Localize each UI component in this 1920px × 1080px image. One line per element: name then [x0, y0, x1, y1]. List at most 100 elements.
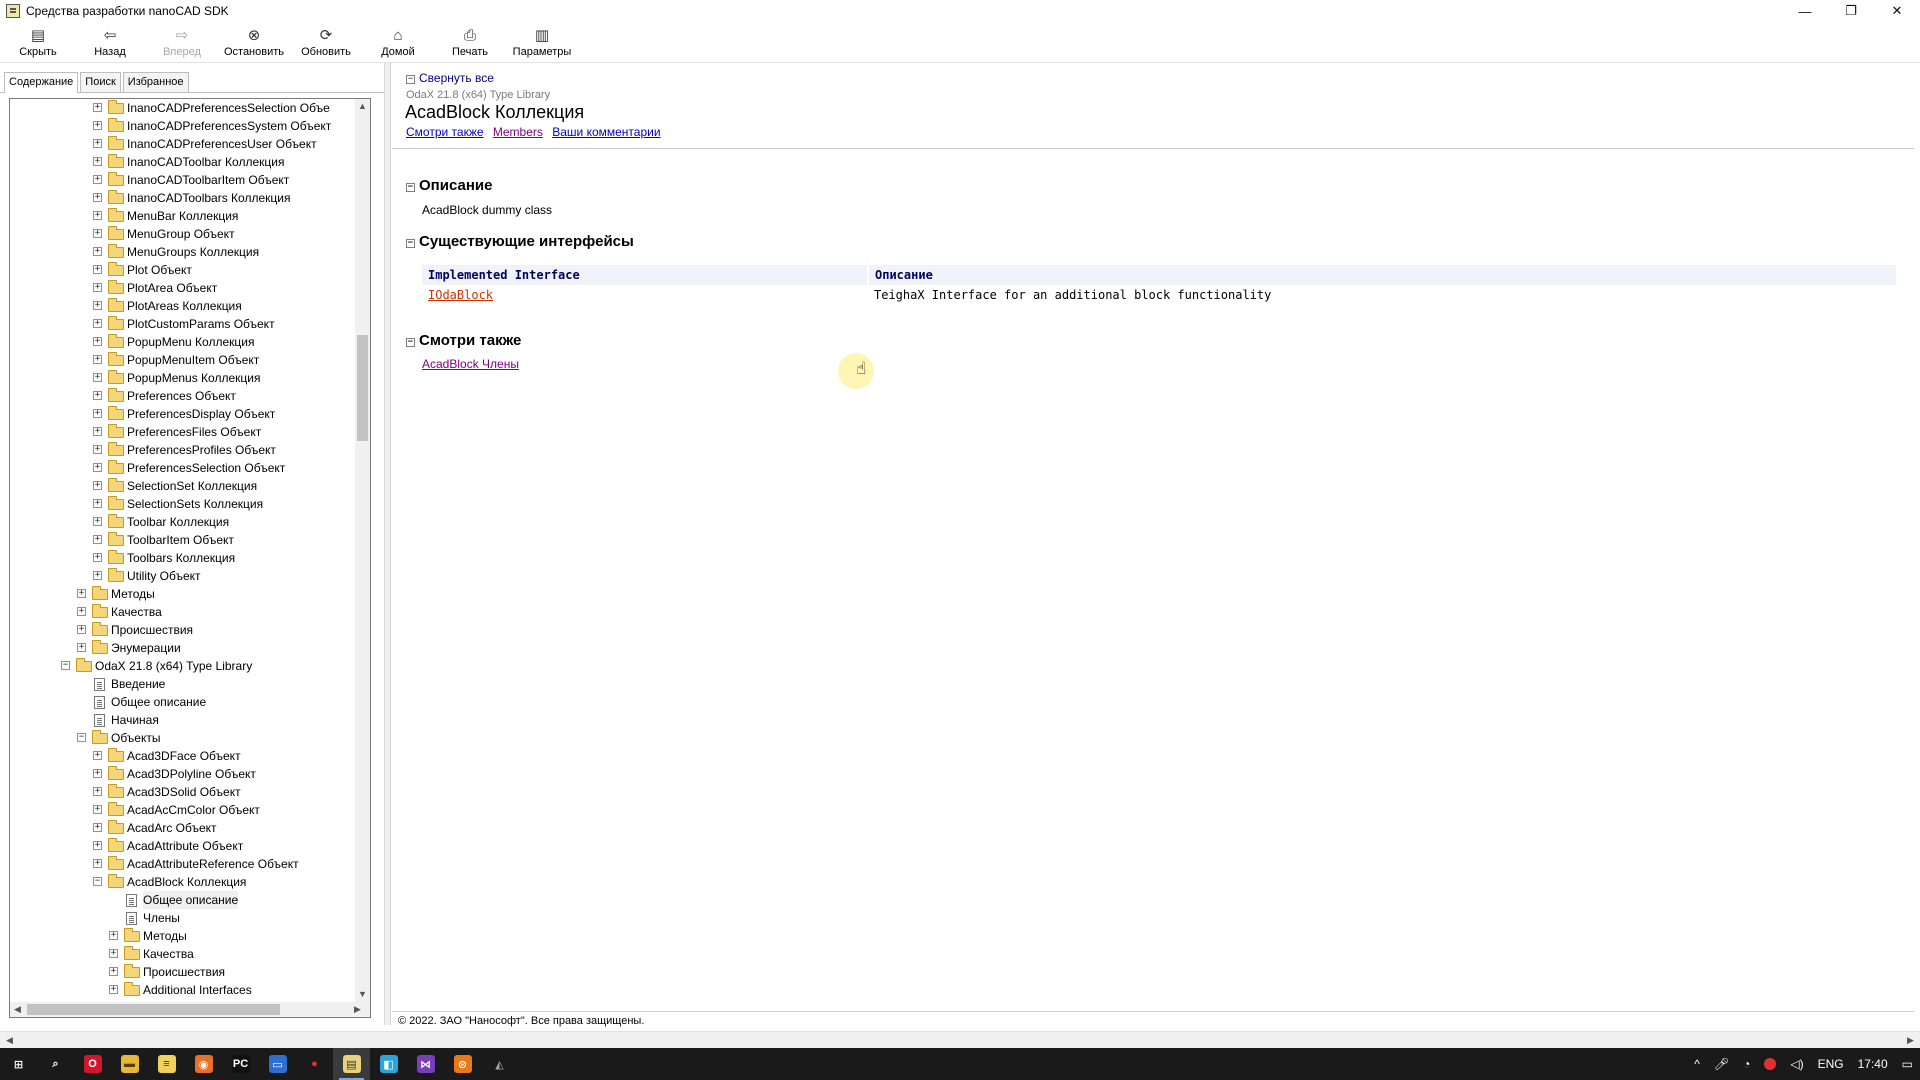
tree-item[interactable]: + AcadAttributeReference Объект — [10, 855, 355, 873]
tree-vertical-scrollbar[interactable]: ▲ ▼ — [355, 99, 370, 1002]
collapse-all-link[interactable]: − Свернуть все — [406, 71, 494, 85]
clock[interactable]: 17:40 — [1851, 1048, 1895, 1080]
expand-node-icon[interactable]: + — [77, 607, 86, 616]
expand-node-icon[interactable]: + — [93, 445, 102, 454]
expand-node-icon[interactable]: + — [93, 769, 102, 778]
expand-node-icon[interactable]: + — [93, 391, 102, 400]
tree-item[interactable]: + Качества — [10, 603, 355, 621]
tree-item[interactable]: + PreferencesDisplay Объект — [10, 405, 355, 423]
scroll-up-arrow-icon[interactable]: ▲ — [355, 99, 370, 114]
close-button[interactable]: ✕ — [1874, 0, 1920, 22]
expand-node-icon[interactable]: + — [93, 553, 102, 562]
expand-node-icon[interactable]: + — [77, 625, 86, 634]
network-icon[interactable]: ◔ — [1736, 1048, 1757, 1080]
tree-horizontal-scrollbar[interactable]: ◀ ▶ — [10, 1002, 370, 1017]
interface-link[interactable]: IOdaBlock — [428, 288, 493, 302]
tree-item[interactable]: + PopupMenus Коллекция — [10, 369, 355, 387]
tree-item[interactable]: − OdaX 21.8 (x64) Type Library — [10, 657, 355, 675]
tree-hscroll-thumb[interactable] — [27, 1004, 280, 1015]
expand-node-icon[interactable]: + — [109, 985, 118, 994]
tree-item[interactable]: − Объекты — [10, 729, 355, 747]
scroll-down-arrow-icon[interactable]: ▼ — [355, 987, 370, 1002]
tree-item[interactable]: + ToolbarItem Объект — [10, 531, 355, 549]
scroll-right-arrow-icon[interactable]: ▶ — [1903, 1033, 1918, 1048]
expand-node-icon[interactable]: + — [93, 211, 102, 220]
expand-node-icon[interactable]: + — [109, 949, 118, 958]
see-also-section-heading[interactable]: − Смотри также — [406, 332, 521, 349]
description-section-heading[interactable]: − Описание — [406, 177, 492, 194]
tree-item[interactable]: + Toolbars Коллекция — [10, 549, 355, 567]
tray-chevron-icon[interactable]: ^ — [1687, 1048, 1707, 1080]
pane-splitter[interactable] — [385, 63, 391, 1025]
expand-node-icon[interactable]: + — [93, 481, 102, 490]
content-horizontal-scrollbar[interactable]: ◀ ▶ — [0, 1031, 1920, 1048]
taskbar-app[interactable]: ▤ — [333, 1048, 370, 1080]
collapse-node-icon[interactable]: − — [93, 877, 102, 886]
toolbar-button-home[interactable]: ⌂ Домой — [362, 22, 434, 62]
collapse-node-icon[interactable]: − — [77, 733, 86, 742]
tree-item[interactable]: + AcadAcCmColor Объект — [10, 801, 355, 819]
expand-node-icon[interactable]: + — [93, 859, 102, 868]
expand-node-icon[interactable]: + — [93, 283, 102, 292]
tree-item[interactable]: + MenuBar Коллекция — [10, 207, 355, 225]
notifications-icon[interactable]: ▭ — [1895, 1048, 1920, 1080]
tree-item[interactable]: + MenuGroups Коллекция — [10, 243, 355, 261]
taskbar-app[interactable]: ◭ — [481, 1048, 518, 1080]
expand-node-icon[interactable]: + — [93, 301, 102, 310]
tree-item[interactable]: Общее описание — [10, 891, 355, 909]
tree-item[interactable]: + Toolbar Коллекция — [10, 513, 355, 531]
tree-item[interactable]: + PreferencesProfiles Объект — [10, 441, 355, 459]
taskbar-app[interactable]: ⊞ — [0, 1048, 37, 1080]
expand-node-icon[interactable]: + — [93, 355, 102, 364]
tree-item[interactable]: + Методы — [10, 585, 355, 603]
expand-node-icon[interactable]: + — [93, 337, 102, 346]
expand-node-icon[interactable]: + — [93, 175, 102, 184]
interfaces-section-heading[interactable]: − Существующие интерфейсы — [406, 233, 634, 250]
tree-item[interactable]: Начиная — [10, 711, 355, 729]
expand-node-icon[interactable]: + — [93, 193, 102, 202]
taskbar-app[interactable]: ▭ — [259, 1048, 296, 1080]
tree-item[interactable]: + InanoCADToolbarItem Объект — [10, 171, 355, 189]
restore-button[interactable]: ❐ — [1828, 0, 1874, 22]
toolbar-button-print[interactable]: ⎙ Печать — [434, 22, 506, 62]
scroll-right-arrow-icon[interactable]: ▶ — [350, 1002, 365, 1017]
expand-node-icon[interactable]: + — [77, 589, 86, 598]
tree-item[interactable]: + PopupMenu Коллекция — [10, 333, 355, 351]
tree-item[interactable]: Члены — [10, 909, 355, 927]
microphone-icon[interactable]: 🎤︎ — [1707, 1048, 1736, 1080]
expand-node-icon[interactable]: + — [93, 823, 102, 832]
expand-node-icon[interactable]: + — [93, 463, 102, 472]
tab-contents[interactable]: Содержание — [4, 72, 79, 93]
expand-node-icon[interactable]: + — [93, 499, 102, 508]
expand-node-icon[interactable]: + — [93, 139, 102, 148]
scroll-left-arrow-icon[interactable]: ◀ — [10, 1002, 25, 1017]
tree-item[interactable]: + Additional Interfaces — [10, 981, 355, 999]
minimize-button[interactable]: — — [1782, 0, 1828, 22]
expand-node-icon[interactable]: + — [93, 121, 102, 130]
expand-node-icon[interactable]: + — [93, 157, 102, 166]
tree-item[interactable]: + InanoCADPreferencesSystem Объект — [10, 117, 355, 135]
see-also-header-link[interactable]: Смотри также — [406, 125, 484, 139]
toolbar-button-stop[interactable]: ⊗ Остановить — [218, 22, 290, 62]
contents-tree[interactable]: + InanoCADPreferencesSelection Объе + Inano… — [9, 98, 371, 1018]
toolbar-button-back-arrow[interactable]: ⇦ Назад — [74, 22, 146, 62]
tree-item[interactable]: + PopupMenuItem Объект — [10, 351, 355, 369]
tree-item[interactable]: + MenuGroup Объект — [10, 225, 355, 243]
feedback-header-link[interactable]: Ваши комментарии — [552, 125, 660, 139]
taskbar-app[interactable]: ◉ — [185, 1048, 222, 1080]
tree-item[interactable]: + PreferencesSelection Объект — [10, 459, 355, 477]
expand-node-icon[interactable]: + — [93, 229, 102, 238]
tree-item[interactable]: + SelectionSet Коллекция — [10, 477, 355, 495]
tree-item[interactable]: + Происшествия — [10, 621, 355, 639]
tree-item[interactable]: + Происшествия — [10, 963, 355, 981]
taskbar-app[interactable]: ◧ — [370, 1048, 407, 1080]
tree-item[interactable]: + AcadArc Объект — [10, 819, 355, 837]
tree-item[interactable]: + PlotCustomParams Объект — [10, 315, 355, 333]
expand-node-icon[interactable]: + — [93, 751, 102, 760]
tree-item[interactable]: + Качества — [10, 945, 355, 963]
tree-item[interactable]: + Plot Объект — [10, 261, 355, 279]
tree-item[interactable]: + Acad3DPolyline Объект — [10, 765, 355, 783]
expand-node-icon[interactable]: + — [93, 265, 102, 274]
tree-item[interactable]: + Utility Объект — [10, 567, 355, 585]
tree-item[interactable]: + Acad3DFace Объект — [10, 747, 355, 765]
